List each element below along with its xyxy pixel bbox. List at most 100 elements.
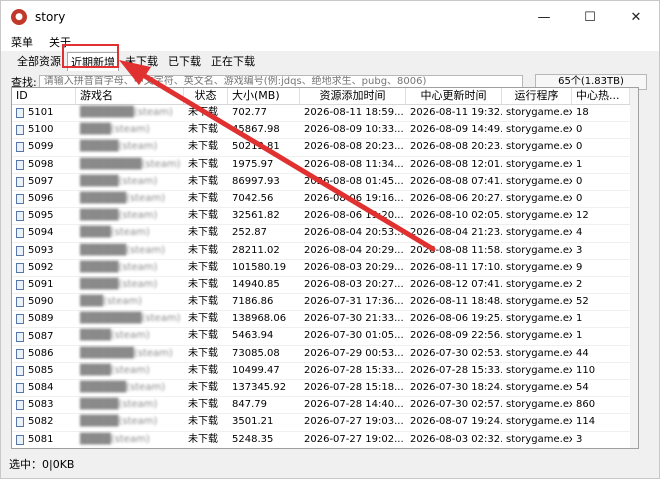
file-icon [16,246,24,256]
cell-size: 1975.97 [228,157,300,173]
vertical-scrollbar[interactable] [630,88,638,448]
table-row[interactable]: 5082 █████(steam) 未下载 3501.21 2026-07-27… [12,414,638,431]
cell-status: 未下载 [184,122,228,138]
column-header-added-time[interactable]: 资源添加时间 [300,88,406,104]
cell-updated-time: 2026-08-09 14:49... [406,122,502,138]
tab-all-resources[interactable]: 全部资源 [13,51,65,71]
cell-id: 5083 [12,397,76,413]
cell-name: █████(steam) [76,174,184,190]
file-icon [16,142,24,152]
cell-updated-time: 2026-08-08 12:01... [406,157,502,173]
column-header-hotness[interactable]: 中心热... [572,88,630,104]
table-row[interactable]: 5092 █████(steam) 未下载 101580.19 2026-08-… [12,260,638,277]
cell-added-time: 2026-07-29 00:53... [300,346,406,362]
table-row[interactable]: 5099 █████(steam) 未下载 50213.81 2026-08-0… [12,139,638,156]
table-row[interactable]: 5086 ███████(steam) 未下载 73085.08 2026-07… [12,346,638,363]
cell-updated-time: 2026-08-06 20:27... [406,191,502,207]
cell-updated-time: 2026-08-09 22:56... [406,328,502,344]
cell-executable: storygame.exe [502,277,572,293]
cell-status: 未下载 [184,432,228,448]
cell-updated-time: 2026-07-30 18:24... [406,380,502,396]
title-bar[interactable]: ● story — ☐ ✕ [1,1,659,33]
cell-executable: storygame.exe [502,174,572,190]
cell-name: ██████(steam) [76,380,184,396]
cell-hotness: 110 [572,363,630,379]
cell-executable: storygame.exe [502,414,572,430]
table-row[interactable]: 5098 ████████(steam) 未下载 1975.97 2026-08… [12,157,638,174]
cell-id: 5093 [12,243,76,259]
table-row[interactable]: 5096 ██████(steam) 未下载 7042.56 2026-08-0… [12,191,638,208]
maximize-button[interactable]: ☐ [567,1,613,33]
table-header: ID 游戏名 状态 大小(MB) 资源添加时间 中心更新时间 运行程序 中心热.… [12,88,638,105]
cell-size: 14940.85 [228,277,300,293]
column-header-name[interactable]: 游戏名 [76,88,184,104]
cell-hotness: 0 [572,191,630,207]
cell-size: 50213.81 [228,139,300,155]
table-row[interactable]: 5100 ████(steam) 未下载 45867.98 2026-08-09… [12,122,638,139]
tab-downloaded[interactable]: 已下载 [164,51,205,71]
table-row[interactable]: 5095 █████(steam) 未下载 32561.82 2026-08-0… [12,208,638,225]
table-row[interactable]: 5087 ████(steam) 未下载 5463.94 2026-07-30 … [12,328,638,345]
file-icon [16,160,24,170]
status-bar-text: 选中：0|0KB [9,456,74,472]
cell-id: 5092 [12,260,76,276]
table-row[interactable]: 5090 ███(steam) 未下载 7186.86 2026-07-31 1… [12,294,638,311]
cell-executable: storygame.exe [502,157,572,173]
column-header-executable[interactable]: 运行程序 [502,88,572,104]
table-row[interactable]: 5097 █████(steam) 未下载 86997.93 2026-08-0… [12,174,638,191]
file-icon [16,280,24,290]
cell-size: 138968.06 [228,311,300,327]
cell-status: 未下载 [184,174,228,190]
cell-hotness: 3 [572,243,630,259]
table-row[interactable]: 5083 █████(steam) 未下载 847.79 2026-07-28 … [12,397,638,414]
cell-executable: storygame.exe [502,208,572,224]
cell-executable: storygame.exe [502,122,572,138]
resource-table[interactable]: ID 游戏名 状态 大小(MB) 资源添加时间 中心更新时间 运行程序 中心热.… [11,87,639,449]
column-header-updated-time[interactable]: 中心更新时间 [406,88,502,104]
table-row[interactable]: 5101 ███████(steam) 未下载 702.77 2026-08-1… [12,105,638,122]
cell-name: ████(steam) [76,122,184,138]
cell-status: 未下载 [184,414,228,430]
cell-name: ████(steam) [76,328,184,344]
cell-status: 未下载 [184,294,228,310]
table-row[interactable]: 5091 █████(steam) 未下载 14940.85 2026-08-0… [12,277,638,294]
cell-executable: storygame.exe [502,105,572,121]
tab-downloading[interactable]: 正在下载 [207,51,259,71]
cell-executable: storygame.exe [502,397,572,413]
cell-hotness: 1 [572,328,630,344]
cell-status: 未下载 [184,105,228,121]
table-row[interactable]: 5093 ██████(steam) 未下载 28211.02 2026-08-… [12,243,638,260]
cell-updated-time: 2026-08-06 19:25... [406,311,502,327]
cell-updated-time: 2026-07-28 15:33... [406,363,502,379]
column-header-id[interactable]: ID [12,88,76,104]
table-row[interactable]: 5081 ████(steam) 未下载 5248.35 2026-07-27 … [12,432,638,449]
app-window: ● story — ☐ ✕ 菜单 关于 全部资源 近期新增 未下载 已下载 正在… [0,0,660,479]
cell-added-time: 2026-08-04 20:29... [300,243,406,259]
cell-added-time: 2026-07-31 17:36... [300,294,406,310]
table-row[interactable]: 5085 ████(steam) 未下载 10499.47 2026-07-28… [12,363,638,380]
cell-name: ████████(steam) [76,157,184,173]
table-row[interactable]: 5094 ████(steam) 未下载 252.87 2026-08-04 2… [12,225,638,242]
minimize-button[interactable]: — [521,1,567,33]
file-icon [16,194,24,204]
tab-not-downloaded[interactable]: 未下载 [121,51,162,71]
cell-executable: storygame.exe [502,363,572,379]
table-row[interactable]: 5084 ██████(steam) 未下载 137345.92 2026-07… [12,380,638,397]
file-icon [16,417,24,427]
menu-item-menu[interactable]: 菜单 [11,34,33,50]
column-header-size[interactable]: 大小(MB) [228,88,300,104]
cell-name: █████(steam) [76,397,184,413]
cell-updated-time: 2026-08-11 19:32... [406,105,502,121]
file-icon [16,263,24,273]
cell-added-time: 2026-07-27 19:03... [300,414,406,430]
table-row[interactable]: 5089 ████████(steam) 未下载 138968.06 2026-… [12,311,638,328]
cell-executable: storygame.exe [502,380,572,396]
cell-status: 未下载 [184,277,228,293]
file-icon [16,228,24,238]
cell-size: 252.87 [228,225,300,241]
column-header-status[interactable]: 状态 [184,88,228,104]
cell-name: ████(steam) [76,225,184,241]
cell-name: ████████(steam) [76,311,184,327]
close-button[interactable]: ✕ [613,1,659,33]
file-icon [16,366,24,376]
